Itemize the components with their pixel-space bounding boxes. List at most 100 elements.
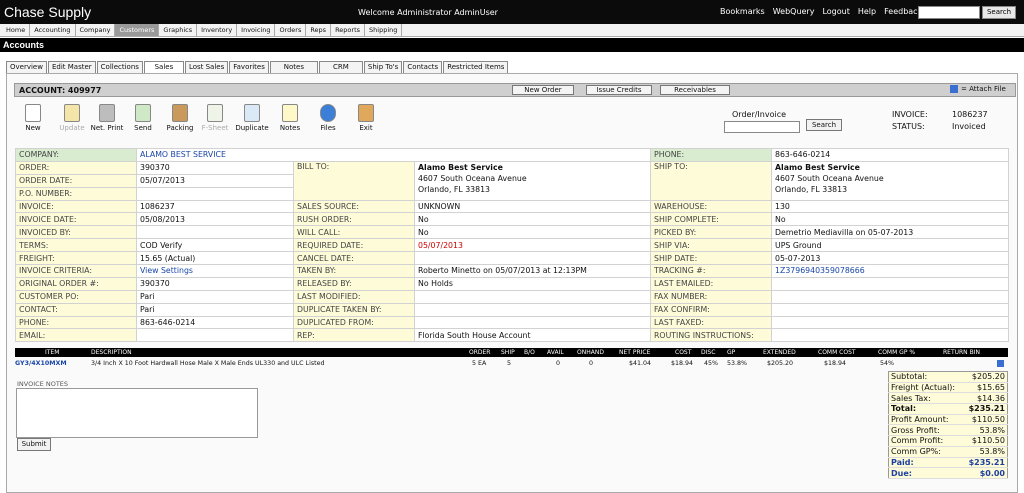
invoice-notes-textarea[interactable] [16, 388, 258, 438]
cancel-date-value [413, 251, 652, 266]
submit-notes-button[interactable]: Submit [17, 438, 51, 451]
box-icon [172, 104, 188, 122]
last-emailed-value [771, 276, 1010, 291]
tab-contacts[interactable]: Contacts [403, 61, 443, 73]
net-print-label: Net. Print [90, 124, 124, 132]
bill-to-label: BILL TO: [293, 160, 415, 201]
col-description: DESCRIPTION [91, 349, 132, 356]
customer-po-label: CUSTOMER PO: [15, 289, 137, 304]
fax-confirm-label: FAX CONFIRM: [650, 302, 773, 317]
new-button[interactable]: New [13, 104, 53, 132]
col-cost: COST [675, 349, 692, 356]
tab-ship-tos[interactable]: Ship To's [363, 61, 403, 73]
attach-file-link[interactable]: = Attach File [950, 85, 1006, 93]
attach-icon [950, 85, 958, 93]
will-call-label: WILL CALL: [293, 225, 415, 240]
subtotal-label: Subtotal: [888, 371, 964, 383]
nav-customers[interactable]: Customers [115, 24, 160, 36]
exit-button[interactable]: Exit [346, 104, 386, 132]
customer-po-value: Pari [136, 289, 294, 304]
cancel-date-label: CANCEL DATE: [293, 251, 415, 266]
nav-reps[interactable]: Reps [306, 24, 332, 36]
nav-inventory[interactable]: Inventory [197, 24, 238, 36]
taken-by-value: Roberto Minetto on 05/07/2013 at 12:13PM [413, 264, 652, 278]
top-links: Bookmarks WebQuery Logout Help Feedback [720, 7, 922, 16]
item-cost: $18.94 [671, 360, 694, 367]
send-label: Send [134, 124, 152, 132]
table-row[interactable]: GY3/4X10MXM 3/4 Inch X 10 Foot Hardwall … [15, 359, 1008, 369]
tab-crm[interactable]: CRM [318, 61, 363, 73]
packing-button[interactable]: Packing [160, 104, 200, 132]
f-sheet-button[interactable]: F-Sheet [195, 104, 235, 132]
update-icon [64, 104, 80, 122]
net-print-button[interactable]: Net. Print [87, 104, 127, 132]
item-info-icon[interactable] [997, 360, 1004, 367]
item-net-price: $41.04 [629, 360, 652, 367]
ship-to-street: 4607 South Oceana Avenue [775, 173, 884, 183]
ship-to-name: Alamo Best Service [775, 162, 860, 172]
duplicate-button[interactable]: Duplicate [232, 104, 272, 132]
item-comm-cost: $18.94 [824, 360, 847, 367]
nav-reports[interactable]: Reports [331, 24, 366, 36]
main-nav: Home Accounting Company Customers Graphi… [0, 24, 1024, 37]
receivables-button[interactable]: Receivables [660, 85, 730, 95]
invoice-date-value: 05/08/2013 [136, 212, 294, 227]
tab-edit-master[interactable]: Edit Master [47, 61, 96, 73]
rush-order-value: No [413, 212, 652, 227]
tab-notes[interactable]: Notes [269, 61, 318, 73]
nav-shipping[interactable]: Shipping [365, 24, 403, 36]
tab-sales[interactable]: Sales [143, 61, 184, 73]
global-search-input[interactable] [918, 6, 980, 19]
tab-overview[interactable]: Overview [6, 61, 47, 73]
freight-value: 15.65 (Actual) [136, 251, 294, 266]
send-button[interactable]: Send [123, 104, 163, 132]
notes-button[interactable]: Notes [270, 104, 310, 132]
nav-accounting[interactable]: Accounting [30, 24, 76, 36]
fax-number-value [771, 289, 1010, 304]
order-invoice-input[interactable] [724, 121, 800, 133]
col-net-price: NET PRICE [619, 349, 651, 356]
due-label: Due: [888, 467, 964, 479]
tracking-link[interactable]: 1Z3796940359078666 [771, 264, 1010, 278]
nav-company[interactable]: Company [76, 24, 116, 36]
freight-total-label: Freight (Actual): [888, 382, 964, 394]
view-settings-link[interactable]: View Settings [136, 264, 294, 278]
col-onhand: ONHAND [577, 349, 604, 356]
account-tabs: Overview Edit Master Collections Sales L… [6, 61, 509, 73]
order-details-grid: COMPANY: ALAMO BEST SERVICE PHONE: 863-6… [15, 148, 1010, 343]
phone2-value: 863-646-0214 [136, 315, 294, 330]
issue-credits-button[interactable]: Issue Credits [586, 85, 652, 95]
logout-link[interactable]: Logout [822, 7, 849, 16]
last-modified-label: LAST MODIFIED: [293, 289, 415, 304]
exit-label: Exit [359, 124, 373, 132]
new-order-button[interactable]: New Order [512, 85, 574, 95]
contact-value: Pari [136, 302, 294, 317]
nav-orders[interactable]: Orders [275, 24, 307, 36]
update-button[interactable]: Update [52, 104, 92, 132]
company-label: COMPANY: [15, 148, 137, 162]
webquery-link[interactable]: WebQuery [773, 7, 815, 16]
nav-graphics[interactable]: Graphics [159, 24, 198, 36]
order-invoice-search-button[interactable]: Search [806, 119, 842, 131]
help-link[interactable]: Help [858, 7, 876, 16]
duplicate-taken-by-value [413, 302, 652, 317]
item-code-link[interactable]: GY3/4X10MXM [15, 360, 67, 367]
nav-invoicing[interactable]: Invoicing [237, 24, 276, 36]
files-button[interactable]: Files [308, 104, 348, 132]
order-invoice-label: Order/Invoice [732, 110, 787, 119]
terms-value: COD Verify [136, 238, 294, 253]
profit-amount-value: $110.50 [963, 414, 1008, 426]
tab-favorites[interactable]: Favorites [229, 61, 269, 73]
tab-restricted-items[interactable]: Restricted Items [443, 61, 509, 73]
tab-lost-sales[interactable]: Lost Sales [184, 61, 229, 73]
nav-home[interactable]: Home [2, 24, 31, 36]
col-order: ORDER [469, 349, 491, 356]
bookmarks-link[interactable]: Bookmarks [720, 7, 765, 16]
new-label: New [25, 124, 41, 132]
global-search-button[interactable]: Search [982, 6, 1016, 19]
ship-to-city: Orlando, FL 33813 [775, 184, 848, 194]
feedback-link[interactable]: Feedback [884, 7, 922, 16]
tab-collections[interactable]: Collections [96, 61, 143, 73]
comm-gp-label: Comm GP%: [888, 446, 964, 458]
invoice-value: 1086237 [952, 110, 988, 119]
